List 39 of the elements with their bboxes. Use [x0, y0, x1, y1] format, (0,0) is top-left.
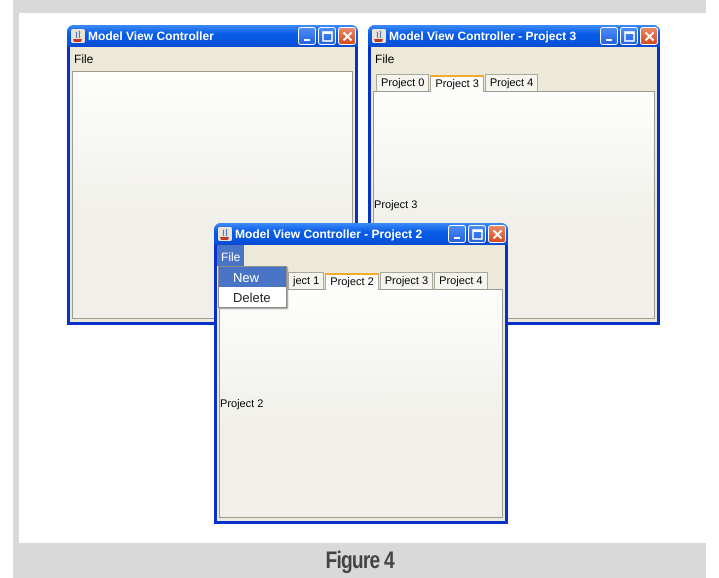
menu-item[interactable]: Delete — [219, 287, 286, 307]
tab[interactable]: Project 4 — [434, 272, 488, 289]
content-label: Project 3 — [374, 199, 418, 211]
window-title: Model View Controller - Project 3 — [389, 29, 578, 43]
close-icon — [342, 30, 352, 42]
maximize-button[interactable] — [468, 225, 486, 243]
close-icon — [492, 228, 502, 240]
tab[interactable]: Project 0 — [376, 74, 430, 91]
close-button[interactable] — [488, 225, 506, 243]
maximize-icon — [624, 30, 634, 42]
minimize-icon — [454, 236, 460, 238]
maximize-button[interactable] — [620, 27, 638, 45]
tab[interactable]: Project 2 — [325, 273, 379, 290]
window-title: Model View Controller — [88, 29, 215, 43]
menu-item[interactable]: New — [219, 267, 286, 287]
app-icon — [70, 28, 86, 44]
tab[interactable]: Project 3 — [380, 272, 434, 289]
tab[interactable]: Project 4 — [484, 74, 538, 91]
maximize-button[interactable] — [318, 27, 336, 45]
menu-item[interactable]: File — [371, 47, 398, 68]
maximize-icon — [472, 228, 482, 240]
content-label: Project 2 — [220, 398, 264, 410]
minimize-icon — [606, 38, 612, 40]
maximize-icon — [322, 30, 332, 42]
minimize-button[interactable] — [600, 27, 618, 45]
minimize-button[interactable] — [298, 27, 316, 45]
close-button[interactable] — [338, 27, 356, 45]
close-button[interactable] — [640, 27, 658, 45]
tab[interactable]: Project 3 — [430, 75, 484, 92]
window-title: Model View Controller - Project 2 — [235, 227, 424, 241]
menu-item[interactable]: File — [217, 245, 244, 266]
minimize-icon — [304, 38, 310, 40]
figure-caption: Figure 4 — [325, 546, 394, 574]
menu-item[interactable]: File — [70, 47, 98, 68]
app-icon — [371, 28, 387, 44]
tab[interactable]: ject 1 — [288, 272, 324, 289]
close-icon — [644, 30, 654, 42]
app-icon — [217, 226, 233, 242]
minimize-button[interactable] — [448, 225, 466, 243]
